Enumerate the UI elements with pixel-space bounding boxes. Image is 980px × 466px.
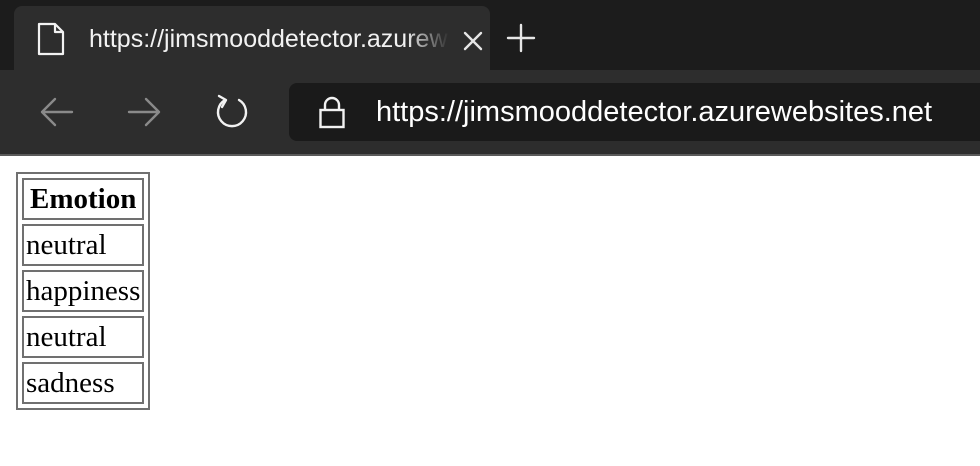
active-tab[interactable]: https://jimsmooddetector.azurewebsites.n… <box>14 6 490 70</box>
emotion-cell: neutral <box>22 316 145 358</box>
navigation-bar: https://jimsmooddetector.azurewebsites.n… <box>0 70 980 154</box>
table-row: happiness <box>22 270 145 312</box>
browser-chrome: https://jimsmooddetector.azurewebsites.n… <box>0 0 980 156</box>
close-icon[interactable] <box>460 28 486 54</box>
address-bar[interactable]: https://jimsmooddetector.azurewebsites.n… <box>289 83 980 141</box>
emotion-cell: neutral <box>22 224 145 266</box>
emotion-cell: sadness <box>22 362 145 404</box>
table-header-row: Emotion <box>22 178 145 220</box>
tab-title: https://jimsmooddetector.azurewebsites.n… <box>89 25 449 53</box>
url-scheme: https:// <box>376 96 464 128</box>
page-content: Emotion neutral happiness neutral sadnes… <box>0 156 980 466</box>
url-text[interactable]: https://jimsmooddetector.azurewebsites.n… <box>376 94 932 130</box>
table-row: sadness <box>22 362 145 404</box>
document-icon <box>37 22 65 56</box>
table-row: neutral <box>22 224 145 266</box>
lock-icon[interactable] <box>318 96 346 129</box>
table-row: neutral <box>22 316 145 358</box>
arrow-left-icon[interactable] <box>37 92 77 132</box>
emotion-cell: happiness <box>22 270 145 312</box>
column-header-emotion: Emotion <box>22 178 145 220</box>
refresh-icon[interactable] <box>212 92 252 132</box>
arrow-right-icon[interactable] <box>124 92 164 132</box>
plus-icon[interactable] <box>503 20 539 56</box>
tab-strip: https://jimsmooddetector.azurewebsites.n… <box>0 0 980 70</box>
emotion-table: Emotion neutral happiness neutral sadnes… <box>16 172 151 410</box>
url-host: jimsmooddetector.azurewebsites.net <box>463 96 933 128</box>
